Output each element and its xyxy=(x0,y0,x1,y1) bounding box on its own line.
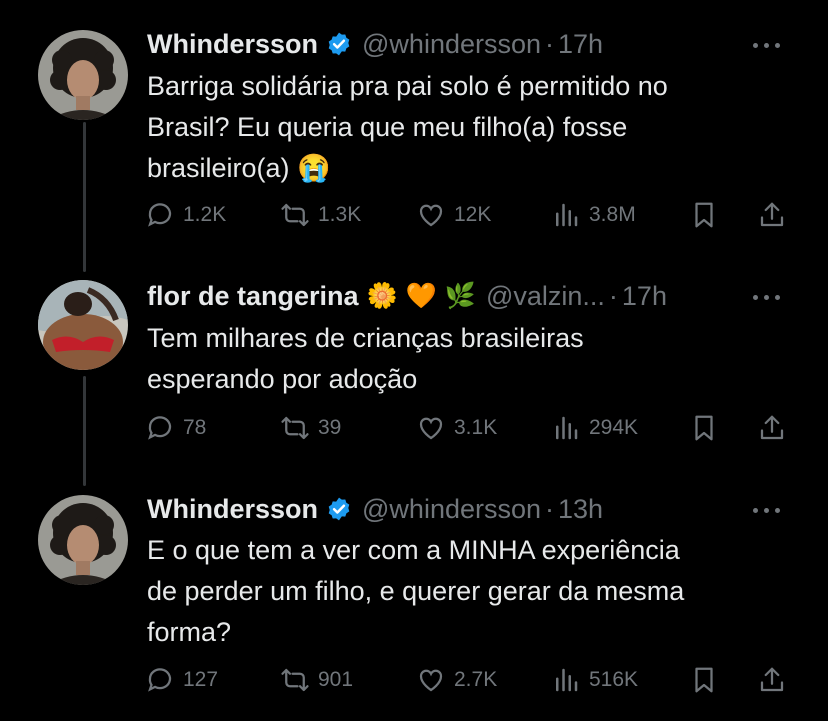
views-icon xyxy=(556,668,578,692)
display-name[interactable]: flor de tangerina xyxy=(147,281,359,312)
tweet-text-line: forma? xyxy=(147,617,232,647)
tweet[interactable]: flor de tangerina 🌼 🧡 🌿 @valzin... · 17h… xyxy=(0,260,828,460)
views-icon xyxy=(556,203,578,227)
retweet-count: 39 xyxy=(318,416,342,439)
reply-button[interactable]: 78 xyxy=(145,413,206,443)
reply-button[interactable]: 127 xyxy=(145,665,218,695)
tweet-header: Whindersson @whindersson · 13h xyxy=(147,491,603,527)
tweet[interactable]: Whindersson @whindersson · 13h E o que t… xyxy=(0,470,828,721)
like-icon xyxy=(419,669,443,692)
tweet-text-line: Brasil? Eu queria que meu filho(a) fosse xyxy=(147,112,628,142)
avatar-image xyxy=(38,30,128,120)
reply-icon xyxy=(148,668,172,692)
tweet-header: flor de tangerina 🌼 🧡 🌿 @valzin... · 17h xyxy=(147,278,667,314)
tweet-text-line: esperando por adoção xyxy=(147,364,418,394)
retweet-icon xyxy=(281,203,309,227)
bookmark-icon[interactable] xyxy=(689,665,719,695)
separator-dot: · xyxy=(545,493,555,524)
views-count: 294K xyxy=(589,416,639,439)
avatar[interactable] xyxy=(38,495,128,585)
bookmark-icon[interactable] xyxy=(689,200,719,230)
retweet-count: 901 xyxy=(318,668,354,691)
like-icon xyxy=(419,204,443,227)
more-icon[interactable] xyxy=(748,35,784,55)
like-button[interactable]: 3.1K xyxy=(416,413,497,443)
timestamp[interactable]: 13h xyxy=(558,494,603,525)
reply-count: 1.2K xyxy=(183,203,227,226)
flower-emoji: 🌼 xyxy=(366,281,398,310)
retweet-button[interactable]: 39 xyxy=(280,413,341,443)
views-button[interactable]: 294K xyxy=(551,413,638,443)
share-icon[interactable] xyxy=(757,665,787,695)
tweet-text: Tem milhares de crianças brasileiras esp… xyxy=(147,318,787,400)
display-name[interactable]: Whindersson xyxy=(147,494,318,525)
like-button[interactable]: 12K xyxy=(416,200,491,230)
timestamp[interactable]: 17h xyxy=(558,29,603,60)
separator-dot: · xyxy=(545,28,555,59)
verified-badge-icon xyxy=(328,32,350,56)
herb-emoji: 🌿 xyxy=(444,281,476,310)
tweet[interactable]: Whindersson @whindersson · 17h Barriga s… xyxy=(0,0,828,250)
tweet-text-line: Barriga solidária pra pai solo é permiti… xyxy=(147,71,668,101)
orange-heart-emoji: 🧡 xyxy=(405,281,437,310)
verified-badge-icon xyxy=(328,497,350,521)
avatar[interactable] xyxy=(38,280,128,370)
action-bar: 127 901 2.7K 516K xyxy=(145,662,790,698)
more-icon[interactable] xyxy=(748,500,784,520)
avatar-image xyxy=(38,495,128,585)
reply-button[interactable]: 1.2K xyxy=(145,200,226,230)
timestamp[interactable]: 17h xyxy=(622,281,667,312)
views-count: 516K xyxy=(589,668,639,691)
like-count: 2.7K xyxy=(454,668,498,691)
tweet-text-line: Tem milhares de crianças brasileiras xyxy=(147,323,584,353)
separator-dot: · xyxy=(608,280,618,311)
views-count: 3.8M xyxy=(589,203,636,226)
retweet-icon xyxy=(281,416,309,440)
handle[interactable]: @whindersson xyxy=(362,494,541,525)
tweet-text: E o que tem a ver com a MINHA experiênci… xyxy=(147,530,787,653)
views-button[interactable]: 3.8M xyxy=(551,200,636,230)
views-icon xyxy=(556,416,578,440)
tweet-text-line: de perder um filho, e querer gerar da me… xyxy=(147,576,685,606)
avatar[interactable] xyxy=(38,30,128,120)
bookmark-icon[interactable] xyxy=(689,413,719,443)
reply-icon xyxy=(148,203,172,227)
reply-icon xyxy=(148,416,172,440)
more-icon[interactable] xyxy=(748,287,784,307)
retweet-count: 1.3K xyxy=(318,203,362,226)
action-bar: 1.2K 1.3K 12K 3.8M xyxy=(145,197,790,233)
retweet-button[interactable]: 901 xyxy=(280,665,353,695)
like-count: 3.1K xyxy=(454,416,498,439)
handle[interactable]: @valzin... xyxy=(486,281,605,312)
handle[interactable]: @whindersson xyxy=(362,29,541,60)
share-icon[interactable] xyxy=(757,200,787,230)
tweet-text-line: E o que tem a ver com a MINHA experiênci… xyxy=(147,535,680,565)
like-icon xyxy=(419,417,443,440)
like-count: 12K xyxy=(454,203,492,226)
retweet-button[interactable]: 1.3K xyxy=(280,200,361,230)
retweet-icon xyxy=(281,668,309,692)
tweet-header: Whindersson @whindersson · 17h xyxy=(147,26,603,62)
tweet-text-line: brasileiro(a) 😭 xyxy=(147,153,331,183)
action-bar: 78 39 3.1K 294K xyxy=(145,410,790,446)
avatar-image xyxy=(38,280,128,370)
reply-count: 78 xyxy=(183,416,207,439)
views-button[interactable]: 516K xyxy=(551,665,638,695)
like-button[interactable]: 2.7K xyxy=(416,665,497,695)
display-name[interactable]: Whindersson xyxy=(147,29,318,60)
reply-count: 127 xyxy=(183,668,219,691)
tweet-text: Barriga solidária pra pai solo é permiti… xyxy=(147,66,787,189)
share-icon[interactable] xyxy=(757,413,787,443)
